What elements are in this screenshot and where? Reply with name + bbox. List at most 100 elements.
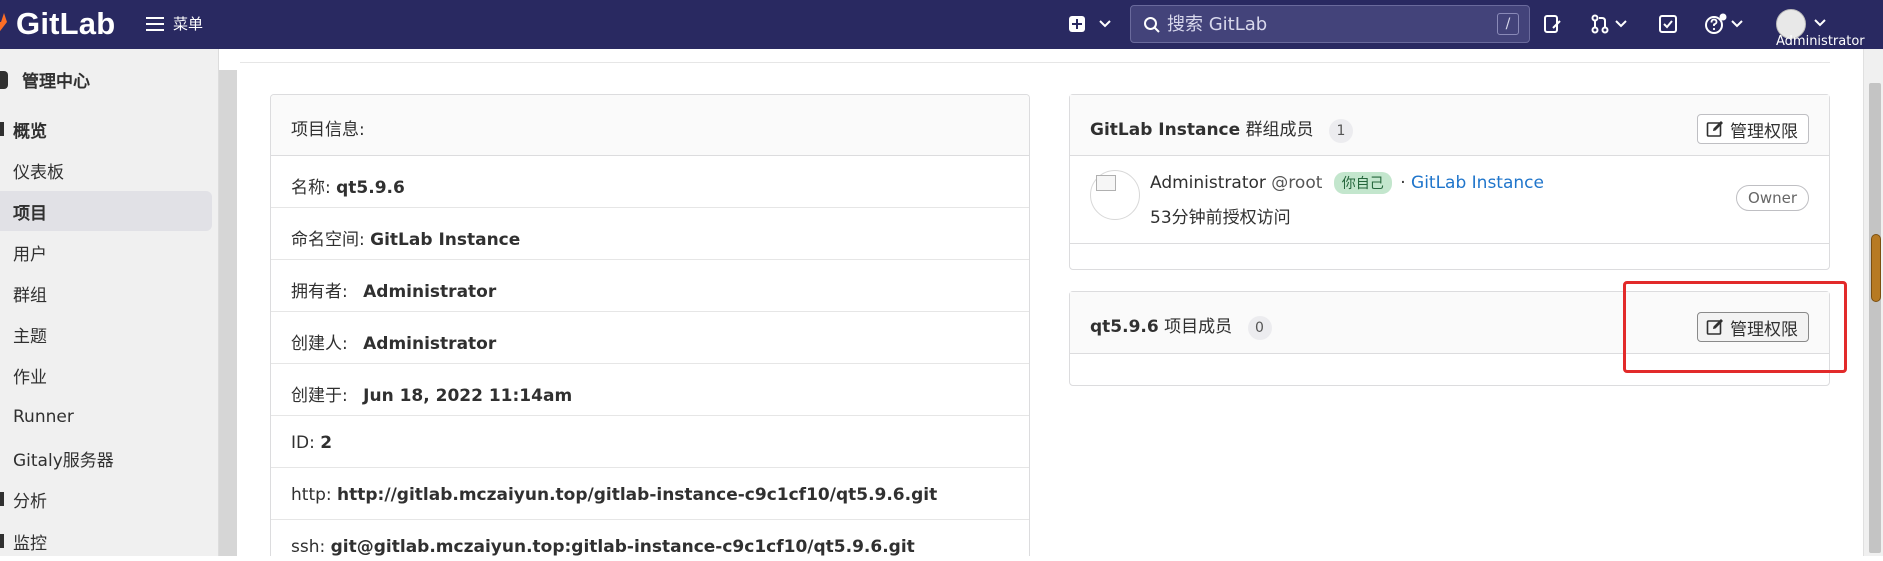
chevron-down-icon (1814, 19, 1826, 27)
top-navbar: GitLab 菜单 / (0, 0, 1883, 49)
broken-image-icon (1096, 175, 1116, 191)
manage-access-label: 管理权限 (1730, 319, 1798, 340)
overlay-scroll-handle[interactable] (1871, 234, 1881, 302)
info-row-owner: 拥有者: Administrator (271, 260, 1029, 312)
gitlab-logo[interactable]: GitLab (0, 6, 115, 42)
member-group-link[interactable]: GitLab Instance (1411, 173, 1544, 193)
page-scrollbar-thumb[interactable] (1869, 83, 1881, 553)
admin-sidebar: 管理中心 概览 仪表板 项目 用户 群组 主题 作业 Runner Gitaly… (0, 49, 219, 556)
member-identity: Administrator @root 你自己 · GitLab Instanc… (1150, 172, 1544, 194)
info-label: 命名空间: (291, 230, 365, 250)
sidebar-item-dashboard[interactable]: 仪表板 (0, 150, 212, 190)
role-badge: Owner (1736, 185, 1809, 211)
sidebar-item-label: 监控 (13, 533, 47, 554)
you-badge: 你自己 (1333, 172, 1392, 194)
sidebar-item-label: Gitaly服务器 (13, 450, 114, 471)
chevron-down-icon (1615, 20, 1627, 28)
sidebar-header[interactable]: 管理中心 (0, 67, 90, 92)
chevron-down-icon (1099, 20, 1111, 28)
info-label: http: (291, 485, 332, 505)
info-value: Administrator (363, 282, 497, 302)
logo-text: GitLab (16, 6, 116, 41)
group-members-count-badge: 1 (1328, 119, 1353, 143)
sidebar-item-label: 仪表板 (13, 162, 64, 183)
info-label: 拥有者: (291, 282, 348, 302)
create-new-dropdown[interactable] (1068, 12, 1112, 36)
project-members-suffix: 项目成员 (1164, 317, 1233, 337)
search-box[interactable]: / (1130, 5, 1530, 43)
info-row-creator: 创建人: Administrator (271, 312, 1029, 364)
sidebar-item-overview[interactable]: 概览 (0, 109, 212, 149)
sidebar-item-jobs[interactable]: 作业 (0, 355, 212, 395)
user-name-label: Administrator (1776, 34, 1865, 49)
member-access-granted: 53分钟前授权访问 (1150, 208, 1291, 228)
project-members-title: qt5.9.6 项目成员 0 (1090, 312, 1272, 340)
http-clone-url[interactable]: http://gitlab.mczaiyun.top/gitlab-instan… (337, 485, 937, 505)
edit-icon (1706, 319, 1723, 335)
hamburger-icon (146, 16, 164, 31)
checkbox-todo-icon (1659, 15, 1677, 33)
issues-button[interactable] (1542, 12, 1562, 36)
sidebar-item-gitaly-servers[interactable]: Gitaly服务器 (0, 438, 212, 478)
sidebar-item-label: 用户 (13, 244, 47, 265)
info-row-ssh-url: ssh: git@gitlab.mczaiyun.top:gitlab-inst… (271, 520, 1029, 556)
info-label: 创建于: (291, 386, 348, 406)
project-info-card: 项目信息: 名称: qt5.9.6 命名空间: GitLab Instance … (270, 94, 1030, 556)
manage-group-access-button[interactable]: 管理权限 (1697, 114, 1809, 144)
member-name[interactable]: Administrator (1150, 173, 1266, 193)
monitoring-icon (0, 534, 4, 548)
sidebar-item-label: Runner (13, 407, 74, 427)
sidebar-item-topics[interactable]: 主题 (0, 314, 212, 354)
page-scrollbar[interactable] (1863, 49, 1883, 556)
info-label: ID: (291, 433, 315, 453)
info-row-namespace: 命名空间: GitLab Instance (271, 208, 1029, 260)
info-value: Jun 18, 2022 11:14am (363, 386, 573, 406)
member-row: Administrator @root 你自己 · GitLab Instanc… (1070, 156, 1829, 244)
sidebar-item-label: 分析 (13, 491, 47, 512)
search-shortcut-hint: / (1497, 13, 1519, 35)
separator: · (1400, 173, 1406, 193)
project-info-header: 项目信息: (271, 95, 1029, 156)
help-icon (1705, 13, 1727, 34)
merge-requests-dropdown[interactable] (1590, 12, 1628, 36)
ssh-clone-url[interactable]: git@gitlab.mczaiyun.top:gitlab-instance-… (331, 537, 915, 556)
info-row-name: 名称: qt5.9.6 (271, 156, 1029, 208)
edit-icon (1706, 121, 1723, 137)
search-input[interactable] (1165, 6, 1465, 42)
issues-icon (1544, 15, 1561, 33)
project-members-count-badge: 0 (1247, 316, 1272, 340)
member-avatar[interactable] (1090, 170, 1140, 220)
sidebar-item-label: 项目 (13, 203, 47, 224)
manage-access-label: 管理权限 (1730, 121, 1798, 142)
chevron-down-icon (1731, 20, 1743, 28)
menu-button[interactable]: 菜单 (146, 13, 203, 34)
sidebar-item-label: 概览 (13, 121, 47, 142)
info-row-created-at: 创建于: Jun 18, 2022 11:14am (271, 364, 1029, 416)
group-members-suffix: 群组成员 (1245, 120, 1314, 140)
sidebar-header-label: 管理中心 (22, 72, 90, 92)
sidebar-item-projects[interactable]: 项目 (0, 191, 212, 231)
search-icon (1144, 17, 1160, 33)
member-handle: @root (1271, 173, 1323, 193)
manage-project-access-button[interactable]: 管理权限 (1697, 312, 1809, 342)
sidebar-item-analytics[interactable]: 分析 (0, 479, 212, 519)
group-name: GitLab Instance (1090, 120, 1241, 140)
sidebar-item-label: 主题 (13, 326, 47, 347)
info-label: 名称: (291, 178, 331, 198)
todos-button[interactable] (1658, 12, 1678, 36)
info-value: qt5.9.6 (336, 178, 405, 198)
info-label: ssh: (291, 537, 326, 556)
group-members-card: GitLab Instance 群组成员 1 管理权限 Administrato… (1069, 94, 1830, 270)
overview-icon (0, 122, 4, 136)
info-row-id: ID: 2 (271, 416, 1029, 468)
analytics-icon (0, 492, 4, 506)
info-value: Administrator (363, 334, 497, 354)
sidebar-item-groups[interactable]: 群组 (0, 273, 212, 313)
project-members-header: qt5.9.6 项目成员 0 管理权限 (1070, 292, 1829, 354)
tanuki-icon (0, 11, 10, 37)
sidebar-item-runners[interactable]: Runner (0, 397, 212, 437)
sidebar-item-monitoring[interactable]: 监控 (0, 521, 212, 561)
sidebar-scrollbar[interactable] (219, 70, 237, 556)
help-dropdown[interactable] (1704, 12, 1744, 36)
sidebar-item-users[interactable]: 用户 (0, 232, 212, 272)
